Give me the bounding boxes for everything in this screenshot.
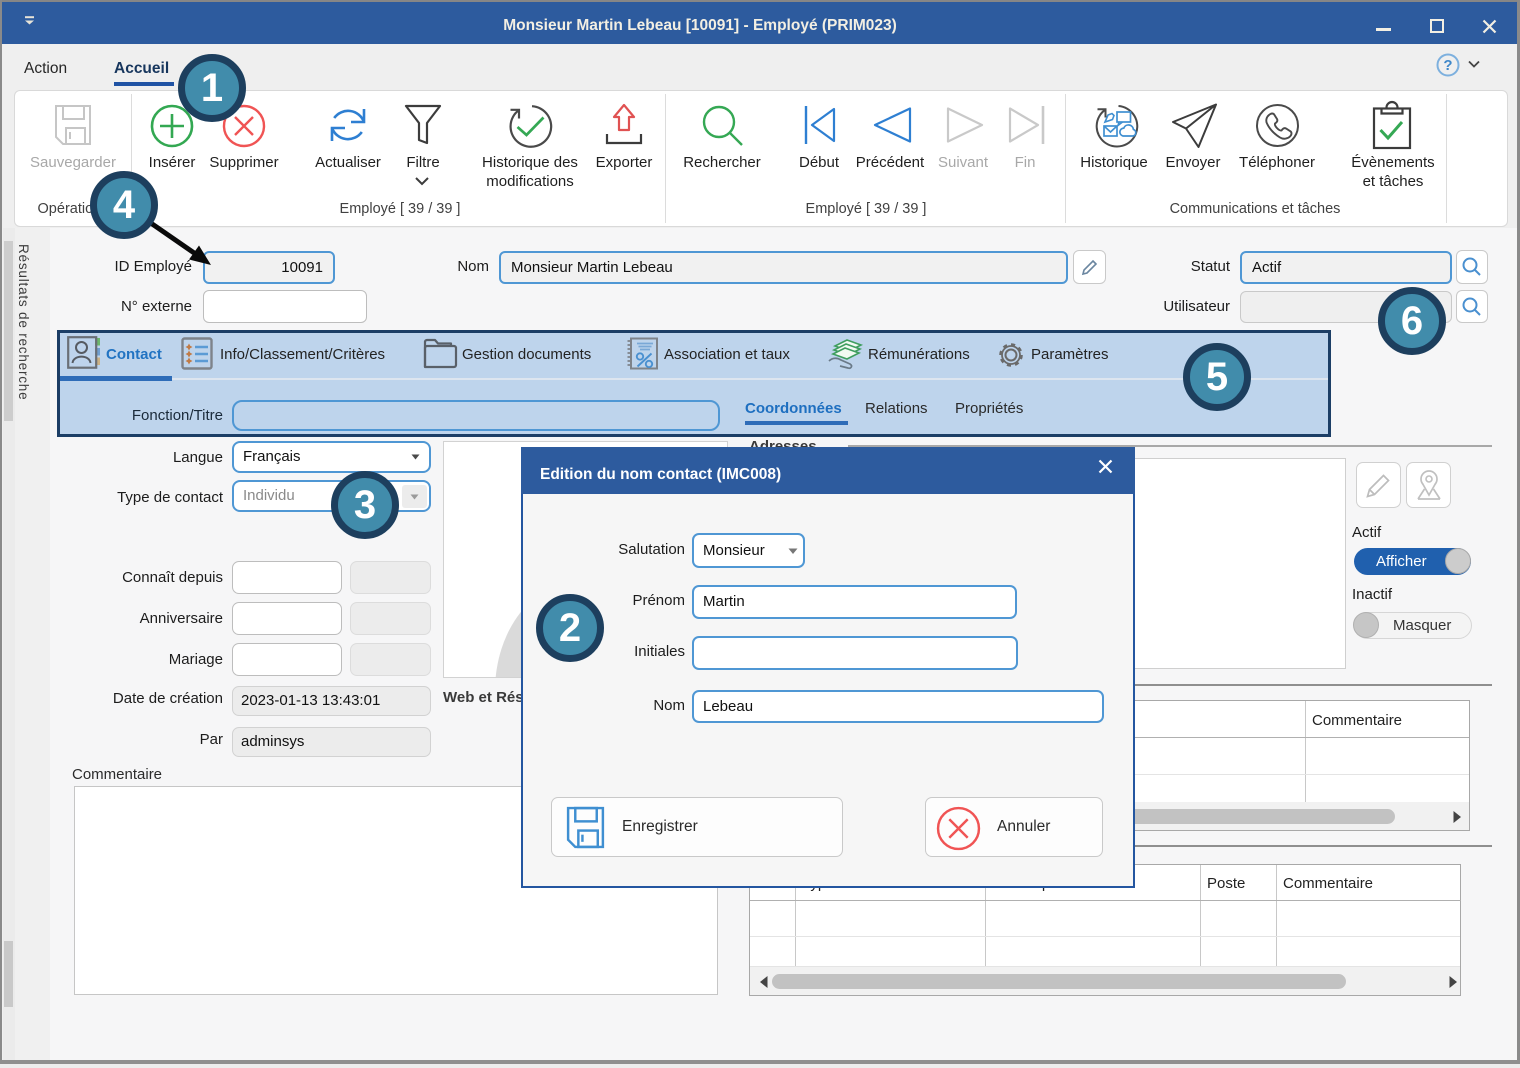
svg-text:?: ? [1443,57,1452,74]
